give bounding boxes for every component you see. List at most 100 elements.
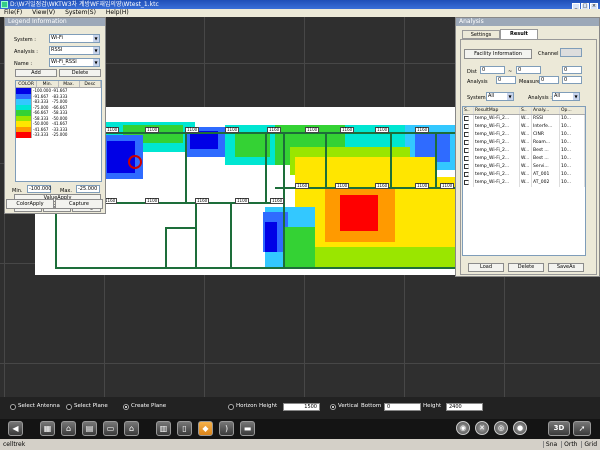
result-cell-op: 10... — [560, 155, 585, 163]
grid-icon[interactable]: ▦ — [40, 421, 55, 436]
zoom-icon[interactable]: ◎ — [494, 421, 508, 435]
color-apply-button[interactable]: ColorApply — [6, 199, 54, 209]
result-checkbox[interactable]: ✓ — [464, 172, 469, 177]
analysis-count-input[interactable]: 0 — [496, 76, 516, 84]
roof-icon[interactable]: ⌂ — [124, 421, 139, 436]
snap-indicator[interactable]: Sna — [542, 441, 558, 448]
result-cell-select — [463, 131, 474, 139]
chevron-down-icon[interactable]: ▼ — [93, 47, 99, 54]
result-row[interactable]: ✓ temp_Wi-Fi_2...W...AT_00110... — [463, 171, 585, 179]
result-row[interactable]: temp_Wi-Fi_2... W... Best ... 10... — [463, 155, 585, 163]
menu-help[interactable]: Help(H) — [102, 9, 133, 17]
tools-icon[interactable]: ✕ — [475, 421, 489, 435]
result-row[interactable]: temp_Wi-Fi_2... W... Roam... 10... — [463, 139, 585, 147]
building-icon[interactable]: ▤ — [82, 421, 97, 436]
back-arrow-icon[interactable]: ◀ — [8, 421, 23, 436]
bottom-label: Bottom — [361, 403, 382, 409]
result-row[interactable]: temp_Wi-Fi_2... W... Interfe... 10... — [463, 123, 585, 131]
camera-icon[interactable]: ● — [513, 421, 527, 435]
result-row[interactable]: temp_Wi-Fi_2... W... Best ... 10... — [463, 147, 585, 155]
system-filter-select[interactable]: All ▼ — [486, 92, 514, 101]
tab-settings[interactable]: Settings — [462, 30, 500, 39]
analysis-filter-select[interactable]: All ▼ — [552, 92, 580, 101]
result-column-header[interactable]: Op... — [560, 107, 585, 114]
capture-button[interactable]: Capture — [55, 199, 103, 209]
tab-result[interactable]: Result — [500, 29, 538, 39]
measured-input[interactable]: 0 — [539, 76, 559, 84]
home-icon[interactable]: ⌂ — [61, 421, 76, 436]
device-icon[interactable]: ▬ — [240, 421, 255, 436]
legend-column-header: COLOR — [16, 81, 38, 87]
measure-icon[interactable]: ◉ — [456, 421, 470, 435]
legend-color-swatch[interactable] — [16, 132, 32, 138]
chevron-down-icon[interactable]: ▼ — [93, 59, 99, 66]
dist-to-input[interactable]: 0 — [516, 66, 541, 74]
ortho-indicator[interactable]: Orth — [561, 441, 578, 448]
field-a-input[interactable]: 0 — [562, 66, 582, 74]
door-icon[interactable]: ▯ — [177, 421, 192, 436]
result-column-header[interactable]: Analy... — [532, 107, 560, 114]
result-cell-analysis: CINR — [532, 131, 560, 139]
chevron-down-icon[interactable]: ▼ — [93, 35, 99, 42]
result-row[interactable]: temp_Wi-Fi_2... W... RSSI 10... — [463, 115, 585, 123]
plane-tool-icon[interactable]: ◆ — [198, 421, 213, 436]
chevron-down-icon[interactable]: ▼ — [507, 93, 513, 100]
cursor-icon[interactable]: ➚ — [573, 421, 591, 436]
facility-information-button[interactable]: Facility Information — [464, 49, 532, 59]
result-checkbox[interactable] — [464, 148, 469, 153]
result-checkbox[interactable] — [464, 132, 469, 137]
result-checkbox[interactable] — [464, 124, 469, 129]
dimension-label: 1100 — [145, 127, 160, 133]
select-antenna-radio[interactable] — [10, 404, 16, 410]
antenna-icon[interactable]: ) — [219, 421, 234, 436]
legend-min: -33.333 — [33, 132, 49, 137]
layers-icon[interactable]: ▥ — [156, 421, 171, 436]
chevron-down-icon[interactable]: ▼ — [573, 93, 579, 100]
result-column-header[interactable]: ResultMap — [474, 107, 520, 114]
channel-input[interactable] — [560, 48, 582, 57]
menu-system[interactable]: System(S) — [61, 9, 100, 17]
result-checkbox[interactable] — [464, 116, 469, 121]
result-row[interactable]: temp_Wi-Fi_2... W... CINR 10... — [463, 131, 585, 139]
result-delete-button[interactable]: Delete — [508, 263, 544, 272]
status-text: celltrek — [3, 441, 26, 448]
result-cell-map: temp_Wi-Fi_2... — [474, 147, 520, 155]
result-checkbox[interactable] — [464, 164, 469, 169]
select-plane-radio[interactable] — [66, 404, 72, 410]
menu-view[interactable]: View(V) — [28, 9, 59, 17]
field-b-input[interactable]: 0 — [562, 76, 582, 84]
height-input[interactable]: 1500 — [283, 403, 320, 411]
horizon-radio[interactable] — [228, 404, 234, 410]
legend-row[interactable]: -33.333 -25.000 — [16, 132, 101, 138]
legend-column-header: Min. — [37, 81, 59, 87]
grid-indicator[interactable]: Grid — [581, 441, 597, 448]
saveas-button[interactable]: SaveAs — [548, 263, 584, 272]
height2-input[interactable]: 2400 — [446, 403, 483, 411]
result-cell-op: 10... — [560, 115, 585, 123]
load-button[interactable]: Load — [468, 263, 504, 272]
name-select[interactable]: Wi-Fi_RSSI ▼ — [49, 58, 100, 67]
menu-file[interactable]: File(F) — [0, 9, 26, 17]
bottom-input[interactable]: 0 — [384, 403, 421, 411]
antenna-marker[interactable] — [128, 155, 142, 169]
min-input[interactable]: -100.000 — [27, 185, 51, 193]
legend-add-button[interactable]: Add — [15, 69, 57, 77]
result-row[interactable]: temp_Wi-Fi_2... W... AT_002 10... — [463, 179, 585, 187]
dist-from-input[interactable]: 0 — [480, 66, 505, 74]
result-checkbox[interactable] — [464, 156, 469, 161]
vertical-radio[interactable] — [330, 404, 336, 410]
view-3d-button[interactable]: 3D — [548, 421, 570, 436]
result-row[interactable]: temp_Wi-Fi_2... W... Servi... 10... — [463, 163, 585, 171]
system-select[interactable]: Wi-Fi ▼ — [49, 34, 100, 43]
result-checkbox[interactable] — [464, 180, 469, 185]
create-plane-radio[interactable] — [123, 404, 129, 410]
result-column-header[interactable]: S.. — [520, 107, 532, 114]
floor-icon[interactable]: ▭ — [103, 421, 118, 436]
max-input[interactable]: -25.000 — [76, 185, 100, 193]
result-column-header[interactable]: S.. — [463, 107, 474, 114]
wall — [435, 132, 437, 187]
result-cell-analysis: Best ... — [532, 155, 560, 163]
result-checkbox[interactable] — [464, 140, 469, 145]
analysis-select[interactable]: RSSI ▼ — [49, 46, 100, 55]
legend-delete-button[interactable]: Delete — [59, 69, 101, 77]
